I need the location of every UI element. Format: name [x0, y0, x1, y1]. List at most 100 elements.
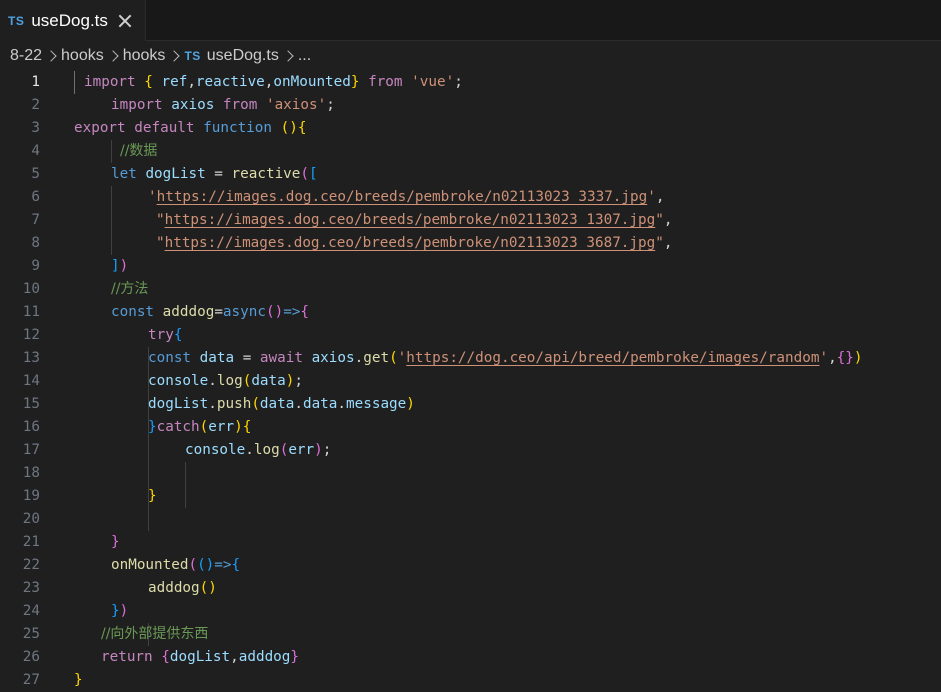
code-text: ]) [111, 255, 128, 278]
code-line[interactable]: 26 return {dogList,adddog} [0, 646, 941, 669]
breadcrumb-item-symbols[interactable]: ... [298, 47, 311, 65]
code-token: { [300, 304, 310, 320]
code-token: ' [397, 350, 407, 366]
code-token: export [74, 120, 126, 136]
close-icon[interactable] [118, 14, 132, 28]
code-token: //方法 [111, 281, 149, 297]
code-token: . [208, 373, 217, 389]
code-token: ; [454, 74, 463, 90]
code-line[interactable]: 20 [0, 508, 941, 531]
code-token: https://images.dog.ceo/breeds/pembroke/n… [164, 235, 656, 251]
code-token: data [199, 350, 235, 366]
code-token: log [216, 373, 243, 389]
code-token: axios [311, 350, 355, 366]
code-line[interactable]: 7 "https://images.dog.ceo/breeds/pembroke… [0, 209, 941, 232]
line-number: 20 [22, 511, 40, 527]
code-token: => [214, 557, 232, 573]
code-token: 'vue' [411, 74, 455, 90]
code-token: ) [406, 396, 415, 412]
code-token: ' [148, 189, 157, 205]
tab-bar: TS useDog.ts [0, 0, 941, 41]
code-text: }) [111, 600, 128, 623]
line-number: 27 [22, 672, 40, 688]
code-token: push [216, 396, 252, 412]
code-line[interactable]: 27} [0, 669, 941, 692]
code-line[interactable]: 13 const data = await axios.get('https://… [0, 347, 941, 370]
code-token: { [231, 557, 241, 573]
code-token: https://images.dog.ceo/breeds/pembroke/n… [164, 212, 656, 228]
code-token: . [337, 396, 347, 412]
code-line[interactable]: 15 dogList.push(data.data.message) [0, 393, 941, 416]
code-token: await [259, 350, 303, 366]
code-line[interactable]: 24}) [0, 600, 941, 623]
code-token: ; [294, 373, 303, 389]
code-token: () [265, 304, 284, 320]
code-text: console.log(err); [185, 439, 331, 462]
code-line[interactable]: 14 console.log(data); [0, 370, 941, 393]
code-line[interactable]: 17 console.log(err); [0, 439, 941, 462]
chevron-right-icon [45, 50, 57, 62]
breadcrumb-item-folder[interactable]: 8-22 [10, 47, 42, 65]
code-line[interactable]: 25 //向外部提供东西 [0, 623, 941, 646]
code-token: = [234, 350, 260, 366]
line-number: 11 [22, 304, 40, 320]
code-line[interactable]: 19} [0, 485, 941, 508]
chevron-right-icon [107, 50, 119, 62]
code-line[interactable]: 5 let dogList = reactive([ [0, 163, 941, 186]
breadcrumb-item-hooks[interactable]: hooks [61, 47, 104, 65]
line-number: 21 [22, 534, 40, 550]
code-line[interactable]: 2 import axios from 'axios'; [0, 94, 941, 117]
line-number: 2 [31, 97, 40, 113]
code-token: => [283, 304, 301, 320]
code-token: adddog [162, 304, 215, 320]
line-number: 5 [31, 166, 40, 182]
code-line[interactable]: 23 adddog() [0, 577, 941, 600]
code-token: import [84, 74, 136, 90]
code-line[interactable]: 10 //方法 [0, 278, 941, 301]
code-token: } [290, 649, 300, 665]
code-line[interactable]: 9]) [0, 255, 941, 278]
line-number: 16 [22, 419, 40, 435]
code-line[interactable]: 18 [0, 462, 941, 485]
code-token: adddog [148, 580, 200, 596]
code-token: () [197, 557, 215, 573]
code-token: ' [819, 350, 829, 366]
code-line[interactable]: 12 try{ [0, 324, 941, 347]
code-token: return [101, 649, 153, 665]
code-editor[interactable]: 1 import { ref,reactive,onMounted} from '… [0, 71, 941, 692]
code-text: }catch(err){ [148, 416, 251, 439]
code-token: { [242, 419, 252, 435]
tab-usedog[interactable]: TS useDog.ts [0, 0, 146, 41]
code-token: ) [314, 442, 323, 458]
code-token: get [363, 350, 390, 366]
breadcrumb-item-file[interactable]: useDog.ts [207, 47, 279, 65]
code-token: ; [322, 442, 332, 458]
code-line[interactable]: 21} [0, 531, 941, 554]
code-line[interactable]: 6 'https://images.dog.ceo/breeds/pembroke… [0, 186, 941, 209]
code-text: //方法 [111, 278, 148, 301]
code-token: ref [161, 74, 188, 90]
code-token: } [148, 419, 157, 435]
code-token: //向外部提供东西 [101, 626, 209, 642]
code-token: ' [647, 189, 656, 205]
code-line[interactable]: 16 }catch(err){ [0, 416, 941, 439]
code-line[interactable]: 4 //数据 [0, 140, 941, 163]
code-line[interactable]: 11 const adddog=async()=>{ [0, 301, 941, 324]
typescript-icon: TS [184, 49, 201, 63]
code-token: onMounted [273, 74, 351, 90]
breadcrumb-item-hooks-sub[interactable]: hooks [123, 47, 166, 65]
code-line[interactable]: 8 "https://images.dog.ceo/breeds/pembroke… [0, 232, 941, 255]
code-token: dogList [145, 166, 206, 182]
code-token: ( [199, 419, 209, 435]
code-line[interactable]: 22 onMounted(()=>{ [0, 554, 941, 577]
code-token: try [148, 327, 174, 343]
code-line[interactable]: 3 export default function (){ [0, 117, 941, 140]
code-token: message [346, 396, 407, 412]
code-token: } [111, 603, 120, 619]
code-line[interactable]: 1 import { ref,reactive,onMounted} from '… [0, 71, 941, 94]
